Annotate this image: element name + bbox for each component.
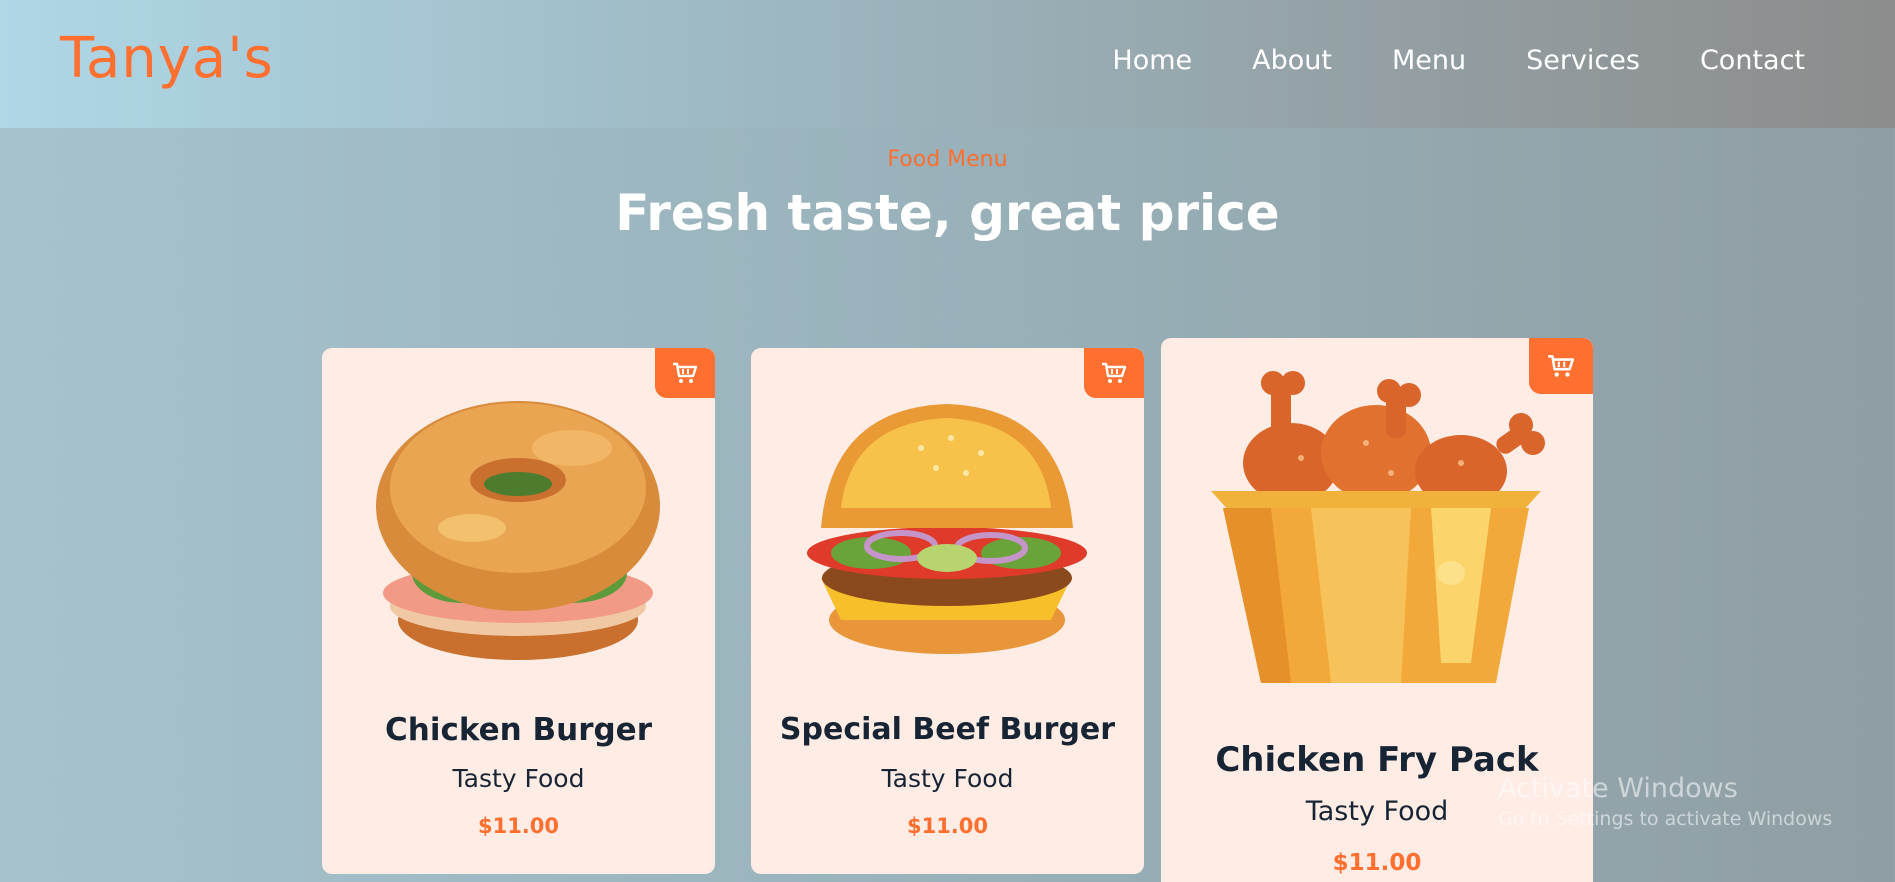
- card-price: $11.00: [477, 814, 560, 838]
- section-title: Fresh taste, great price: [615, 184, 1280, 242]
- card-subtitle: Tasty Food: [881, 764, 1014, 793]
- chicken-burger-image: [376, 401, 660, 660]
- windows-activation-watermark: Activate Windows Go to Settings to activ…: [1498, 773, 1832, 830]
- nav-home[interactable]: Home: [1112, 45, 1192, 76]
- watermark-subtitle: Go to Settings to activate Windows: [1498, 808, 1833, 830]
- card-price: $11.00: [906, 814, 989, 838]
- nav-contact[interactable]: Contact: [1700, 45, 1805, 76]
- cart-icon: [673, 362, 698, 383]
- nav-services[interactable]: Services: [1526, 45, 1640, 76]
- beef-burger-image: [807, 404, 1087, 654]
- watermark-title: Activate Windows: [1498, 773, 1738, 804]
- menu-card-special-beef-burger[interactable]: Special Beef Burger Tasty Food $11.00: [751, 348, 1144, 874]
- site-logo[interactable]: Tanya's: [60, 26, 274, 91]
- card-title: Special Beef Burger: [779, 712, 1116, 747]
- card-subtitle: Tasty Food: [452, 764, 585, 793]
- section-label: Food Menu: [887, 147, 1008, 172]
- chicken-bucket-image: [1211, 371, 1545, 683]
- cart-icon: [1102, 362, 1127, 383]
- main-nav: Home About Menu Services Contact: [1112, 45, 1805, 76]
- site-header: Tanya's Home About Menu Services Contact: [0, 0, 1895, 128]
- nav-menu[interactable]: Menu: [1392, 45, 1466, 76]
- card-price: $11.00: [1332, 850, 1422, 876]
- nav-about[interactable]: About: [1252, 45, 1332, 76]
- card-title: Chicken Burger: [385, 712, 652, 748]
- menu-card-chicken-burger[interactable]: Chicken Burger Tasty Food $11.00: [322, 348, 715, 874]
